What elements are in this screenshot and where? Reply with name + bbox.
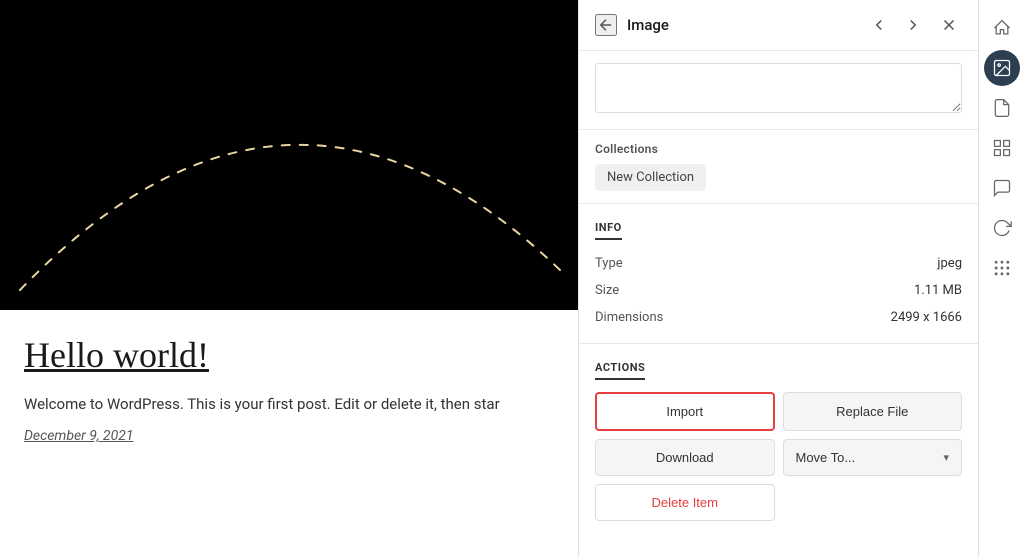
text-area-section: [579, 51, 978, 130]
info-dimensions-row: Dimensions 2499 x 1666: [595, 304, 962, 331]
post-excerpt: Welcome to WordPress. This is your first…: [24, 392, 554, 416]
info-size-row: Size 1.11 MB: [595, 277, 962, 304]
collections-section: Collections New Collection: [579, 130, 978, 204]
panel-nav: [866, 14, 926, 36]
comment-icon-btn[interactable]: [984, 170, 1020, 206]
collections-label: Collections: [595, 142, 962, 156]
replace-file-button[interactable]: Replace File: [783, 392, 963, 431]
panel-header: Image: [579, 0, 978, 51]
panel-content: Image: [579, 0, 978, 557]
post-title[interactable]: Hello world!: [24, 334, 554, 376]
delete-item-button[interactable]: Delete Item: [595, 484, 775, 521]
caption-textarea[interactable]: [595, 63, 962, 113]
actions-section: ACTIONS Import Replace File Download Mov…: [579, 344, 978, 533]
info-type-row: Type jpeg: [595, 250, 962, 277]
back-button[interactable]: [595, 14, 617, 36]
next-button[interactable]: [900, 14, 926, 36]
post-date: December 9, 2021: [24, 428, 554, 444]
panel-title: Image: [627, 16, 856, 34]
chevron-down-icon: ▾: [943, 451, 949, 464]
grid-icon-btn[interactable]: [984, 250, 1020, 286]
size-value: 1.11 MB: [914, 283, 962, 298]
dimensions-value: 2499 x 1666: [891, 310, 962, 325]
close-button[interactable]: [936, 14, 962, 36]
left-panel: Hello world! Welcome to WordPress. This …: [0, 0, 578, 557]
post-image: [0, 0, 578, 310]
dimensions-label: Dimensions: [595, 310, 663, 325]
info-section: INFO Type jpeg Size 1.11 MB Dimensions 2…: [579, 204, 978, 344]
import-button[interactable]: Import: [595, 392, 775, 431]
file-icon-btn[interactable]: [984, 90, 1020, 126]
type-label: Type: [595, 256, 623, 271]
move-to-button[interactable]: Move To... ▾: [783, 439, 963, 476]
home-icon-btn[interactable]: [984, 10, 1020, 46]
type-value: jpeg: [937, 256, 962, 271]
new-collection-chip[interactable]: New Collection: [595, 164, 706, 191]
refresh-icon-btn[interactable]: [984, 210, 1020, 246]
download-button[interactable]: Download: [595, 439, 775, 476]
sidebar-icons: [978, 0, 1024, 557]
move-to-label: Move To...: [796, 450, 856, 465]
image-icon-btn[interactable]: [984, 50, 1020, 86]
actions-title: ACTIONS: [595, 361, 645, 380]
prev-button[interactable]: [866, 14, 892, 36]
post-content: Hello world! Welcome to WordPress. This …: [0, 310, 578, 557]
info-title: INFO: [595, 221, 622, 240]
gallery-icon-btn[interactable]: [984, 130, 1020, 166]
size-label: Size: [595, 283, 619, 298]
right-panel: Image: [578, 0, 1024, 557]
actions-grid: Import Replace File Download Move To... …: [595, 392, 962, 521]
